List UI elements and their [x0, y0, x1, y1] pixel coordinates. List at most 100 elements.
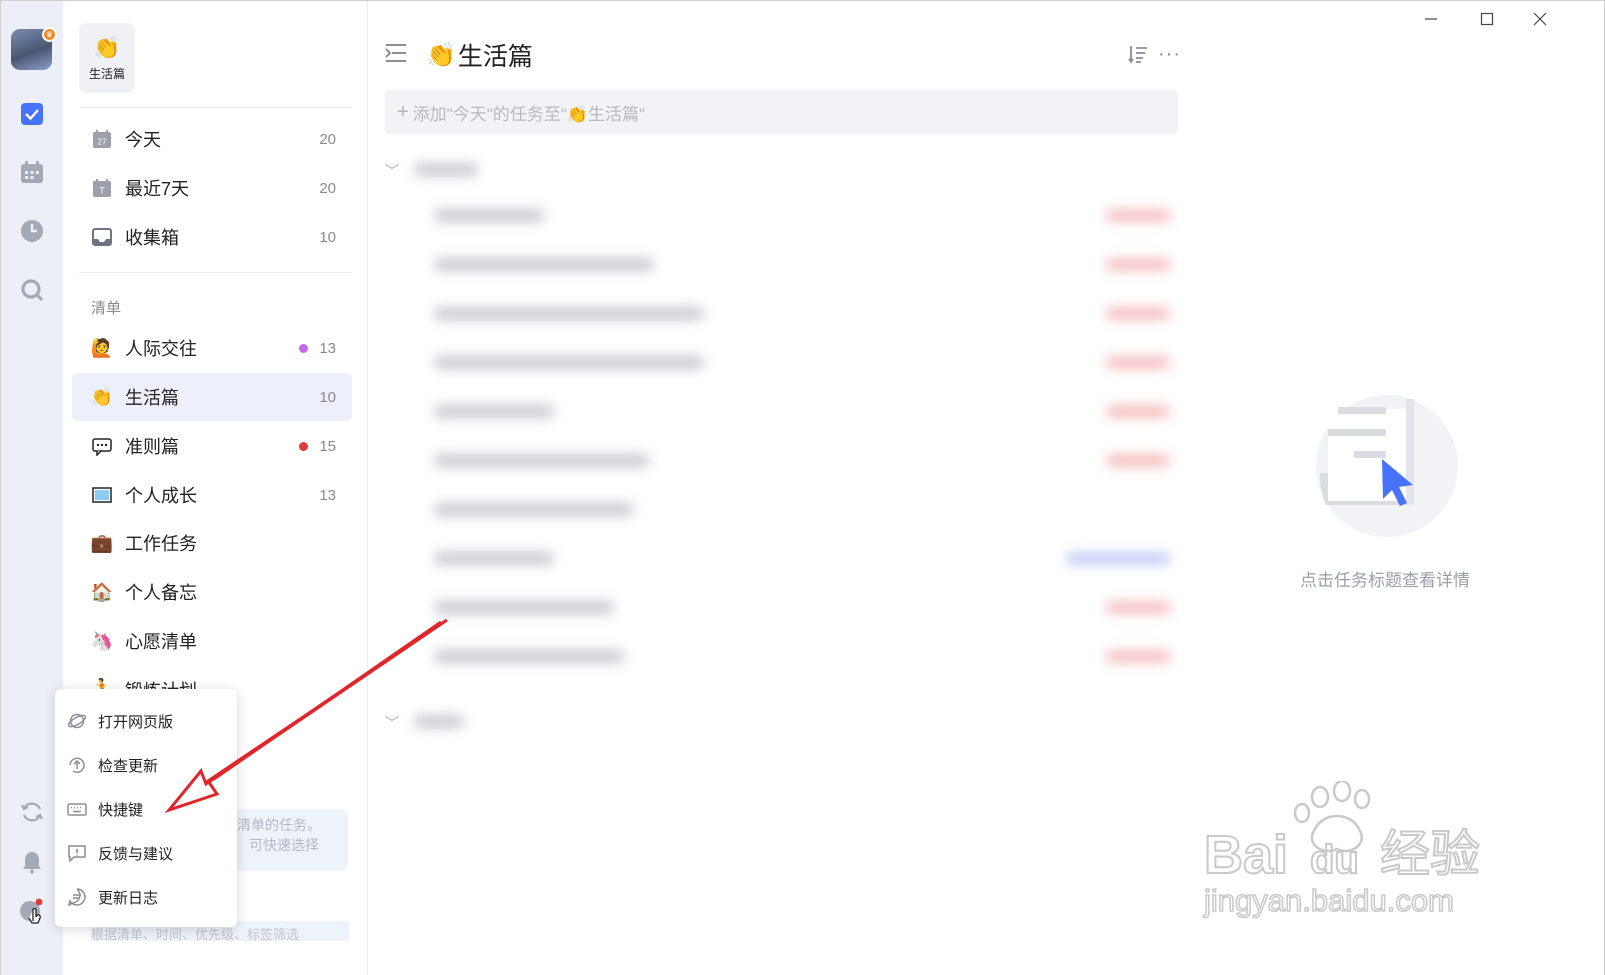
calendar-today-icon: 27 [91, 128, 113, 150]
update-icon [67, 755, 87, 775]
sidebar-item-exercise[interactable]: 🏃 锻炼计划 [72, 665, 352, 690]
divider [79, 107, 352, 108]
table-row[interactable] [398, 397, 1178, 427]
sidebar-item-label: 个人成长 [125, 486, 197, 506]
group-header [414, 163, 478, 176]
hint-line-1: 清单的任务。 [237, 817, 321, 833]
calendar-day-number: 27 [98, 138, 107, 147]
sidebar-item-next-7-days[interactable]: T 最近7天 20 [72, 164, 352, 212]
pinned-list-label: 生活篇 [88, 66, 125, 81]
close-icon[interactable] [1527, 7, 1553, 31]
table-row[interactable] [398, 544, 1178, 574]
watermark-url: jingyan.baidu.com [1203, 883, 1454, 918]
blurred-task-list [368, 1, 1202, 761]
calendar-icon[interactable] [19, 159, 45, 185]
sidebar-item-label: 生活篇 [125, 388, 179, 408]
detail-pane: 点击任务标题查看详情 Bai du 经验 jingyan.baidu.com [1202, 1, 1604, 975]
sidebar-item-label: 准则篇 [125, 437, 179, 457]
minimize-icon[interactable] [1418, 7, 1444, 31]
menu-item-label: 反馈与建议 [98, 845, 174, 863]
menu-item-check-update[interactable]: 检查更新 [55, 743, 237, 787]
sync-icon[interactable] [19, 799, 45, 825]
table-row[interactable] [398, 299, 1178, 329]
menu-item-label: 更新日志 [98, 889, 159, 907]
feedback-icon [67, 843, 87, 863]
planet-icon [67, 711, 87, 731]
table-row[interactable] [398, 495, 1178, 525]
table-row[interactable] [398, 201, 1178, 231]
table-row[interactable] [398, 446, 1178, 476]
table-row[interactable] [398, 642, 1178, 672]
menu-item-label: 打开网页版 [98, 713, 174, 731]
filter-hint: 清单的任务。 可快速选择 [233, 809, 348, 871]
inbox-icon [91, 226, 113, 248]
sidebar-item-label: 锻炼计划 [125, 677, 197, 689]
table-row[interactable] [398, 250, 1178, 280]
menu-item-open-web[interactable]: 打开网页版 [55, 699, 237, 743]
sidebar-item-inbox[interactable]: 收集箱 10 [72, 213, 352, 261]
sidebar-item-label: 人际交往 [125, 339, 197, 359]
unicorn-icon: 🦄 [90, 630, 114, 651]
menu-item-feedback[interactable]: 反馈与建议 [55, 831, 237, 875]
sidebar-item-label: 收集箱 [125, 228, 179, 248]
sidebar-item-label: 个人备忘 [125, 583, 197, 603]
person-raising-hand-icon: 🙋 [90, 337, 114, 358]
empty-detail-illustration-icon [1314, 393, 1460, 544]
color-dot [299, 343, 308, 353]
menu-item-label: 检查更新 [98, 757, 159, 775]
group-header [414, 715, 464, 728]
house-icon: 🏠 [90, 581, 114, 602]
chevron-down-icon[interactable]: ﹀ [385, 713, 399, 733]
clock-icon[interactable] [19, 218, 45, 244]
app-window: ♛ 👏 生活篇 27 今天 20 T 最近7天 20 收集箱 10 清单 🙋 人… [0, 0, 1605, 975]
bell-icon[interactable] [19, 849, 45, 875]
sidebar-item-growth[interactable]: 个人成长 13 [72, 471, 352, 519]
crown-icon: ♛ [42, 27, 57, 42]
task-count: 10 [319, 388, 336, 406]
sidebar-item-work[interactable]: 💼 工作任务 [72, 519, 352, 567]
calendar-week-icon: T [91, 177, 113, 199]
task-count: 20 [319, 130, 336, 148]
menu-item-label: 快捷键 [98, 801, 144, 819]
watermark-brand-2: du [1310, 838, 1359, 882]
table-row[interactable] [398, 348, 1178, 378]
hint-line-2: 可快速选择 [249, 837, 319, 853]
watermark-brand: Bai [1204, 825, 1288, 885]
baidu-watermark: Bai du 经验 jingyan.baidu.com [1202, 779, 1602, 936]
pinned-list-card[interactable]: 👏 生活篇 [79, 23, 135, 93]
briefcase-icon: 💼 [90, 532, 114, 553]
help-popup-menu: 打开网页版 检查更新 快捷键 反馈与建议 更新日志 [55, 689, 237, 927]
menu-item-shortcuts[interactable]: 快捷键 [55, 787, 237, 831]
sidebar-item-label: 今天 [125, 130, 161, 150]
sidebar-item-social[interactable]: 🙋 人际交往 13 [72, 324, 352, 372]
speech-bubble-icon [91, 435, 113, 457]
sidebar-item-life[interactable]: 👏 生活篇 10 [72, 373, 352, 421]
clapping-hands-icon: 👏 [90, 386, 114, 407]
search-icon[interactable] [19, 277, 45, 303]
book-icon [91, 484, 113, 506]
menu-item-changelog[interactable]: 更新日志 [55, 875, 237, 919]
sidebar-item-label: 心愿清单 [125, 632, 197, 652]
sidebar-item-principles[interactable]: 准则篇 15 [72, 422, 352, 470]
help-icon[interactable] [19, 898, 45, 924]
maximize-icon[interactable] [1474, 7, 1500, 31]
divider [79, 272, 352, 273]
clapping-hands-icon: 👏 [93, 34, 121, 60]
task-count: 15 [319, 437, 336, 455]
left-rail: ♛ [1, 1, 63, 975]
watermark-cn: 经验 [1380, 825, 1480, 883]
task-check-icon[interactable] [19, 101, 45, 127]
sidebar-item-wishlist[interactable]: 🦄 心愿清单 [72, 617, 352, 665]
main-pane: 👏 生活篇 ··· + 添加"今天"的任务至"👏生活篇" ﹀ ﹀ [368, 1, 1202, 975]
table-row[interactable] [398, 593, 1178, 623]
sidebar-item-label: 最近7天 [125, 179, 190, 199]
sidebar-item-today[interactable]: 27 今天 20 [72, 115, 352, 163]
task-count: 13 [319, 339, 336, 357]
changelog-icon [67, 887, 87, 907]
runner-icon: 🏃 [90, 677, 114, 690]
calendar-letter: T [99, 186, 105, 196]
empty-detail-text: 点击任务标题查看详情 [1300, 571, 1470, 590]
section-label-lists: 清单 [91, 300, 122, 317]
sidebar-item-memo[interactable]: 🏠 个人备忘 [72, 568, 352, 616]
task-count: 13 [319, 486, 336, 504]
